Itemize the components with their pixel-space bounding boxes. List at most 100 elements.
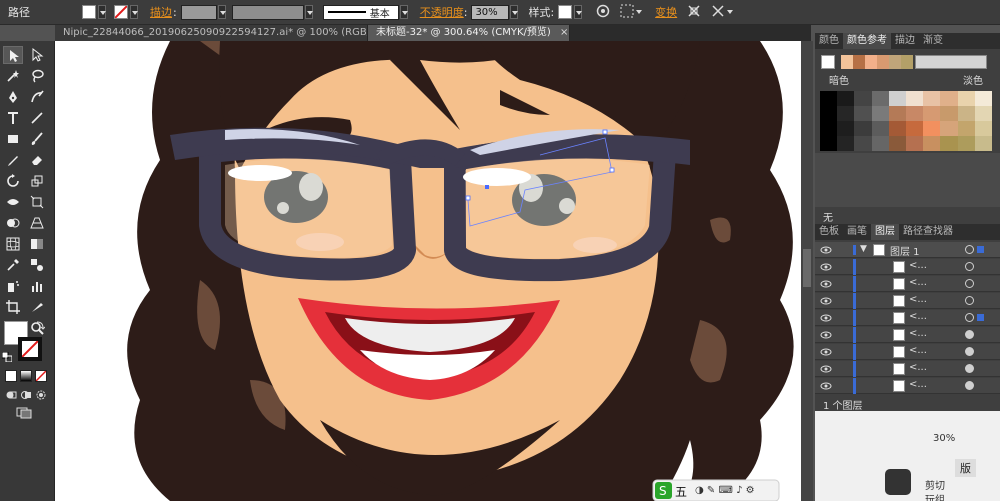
- layer-target-icon[interactable]: [965, 364, 974, 373]
- color-guide-swatch[interactable]: [940, 91, 958, 106]
- sublayer-name[interactable]: <...: [909, 328, 927, 339]
- visibility-eye-icon[interactable]: [820, 296, 832, 306]
- opacity-link[interactable]: 不透明度: [420, 4, 464, 20]
- visibility-eye-icon[interactable]: [820, 381, 832, 391]
- color-guide-swatch[interactable]: [906, 91, 924, 106]
- color-guide-swatch[interactable]: [837, 106, 855, 121]
- free-transform-tool-icon[interactable]: [27, 193, 47, 211]
- rectangle-tool-icon[interactable]: [3, 130, 23, 148]
- layer-target-icon[interactable]: [965, 313, 974, 322]
- base-color-swatch[interactable]: [821, 55, 835, 69]
- align-dropdown[interactable]: [635, 5, 643, 19]
- visibility-eye-icon[interactable]: [820, 347, 832, 357]
- visibility-eye-icon[interactable]: [820, 364, 832, 374]
- color-mode-icon[interactable]: [5, 370, 17, 382]
- arrange-icon[interactable]: [711, 4, 725, 21]
- color-guide-swatch[interactable]: [957, 121, 975, 136]
- color-guide-swatch[interactable]: [820, 91, 838, 106]
- color-guide-swatch[interactable]: [837, 136, 855, 151]
- color-guide-swatch[interactable]: [871, 91, 889, 106]
- draw-inside-icon[interactable]: [35, 389, 47, 401]
- symbol-sprayer-tool-icon[interactable]: [3, 277, 23, 295]
- selection-indicator[interactable]: [977, 314, 984, 321]
- scroll-thumb[interactable]: [803, 249, 811, 287]
- tab-gradient[interactable]: 渐变: [919, 33, 947, 49]
- sublayer-name[interactable]: <...: [909, 311, 927, 322]
- sublayer-row[interactable]: <...: [815, 361, 1000, 377]
- mesh-tool-icon[interactable]: [3, 235, 23, 253]
- group-option[interactable]: 玩组: [925, 491, 945, 501]
- sublayer-row[interactable]: <...: [815, 259, 1000, 275]
- color-guide-swatch[interactable]: [957, 136, 975, 151]
- swap-fill-stroke-icon[interactable]: [35, 320, 46, 330]
- rotate-tool-icon[interactable]: [3, 172, 23, 190]
- harmony-swatch[interactable]: [889, 55, 901, 69]
- perspective-grid-tool-icon[interactable]: [27, 214, 47, 232]
- eyedropper-tool-icon[interactable]: [3, 256, 23, 274]
- layer-target-icon[interactable]: [965, 330, 974, 339]
- color-guide-swatch[interactable]: [957, 91, 975, 106]
- screen-mode-icon[interactable]: [16, 407, 34, 419]
- artboard-tool-icon[interactable]: [3, 298, 23, 316]
- color-guide-grid[interactable]: [820, 91, 992, 151]
- harmony-swatch[interactable]: [853, 55, 865, 69]
- gradient-tool-icon[interactable]: [27, 235, 47, 253]
- variable-width-profile[interactable]: [231, 4, 304, 20]
- bottom-button[interactable]: 版: [955, 459, 976, 477]
- default-colors-icon[interactable]: [1, 351, 13, 363]
- sublayer-name[interactable]: <...: [909, 277, 927, 288]
- visibility-eye-icon[interactable]: [820, 245, 832, 255]
- column-graph-tool-icon[interactable]: [27, 277, 47, 295]
- slice-tool-icon[interactable]: [27, 298, 47, 316]
- layer-target-icon[interactable]: [965, 381, 974, 390]
- arrange-dropdown[interactable]: [726, 5, 734, 19]
- profile-dropdown[interactable]: [304, 5, 313, 19]
- color-guide-swatch[interactable]: [957, 106, 975, 121]
- width-tool-icon[interactable]: [3, 193, 23, 211]
- tab-close-icon[interactable]: ×: [560, 27, 568, 38]
- tab-color-guide[interactable]: 颜色参考: [843, 33, 891, 49]
- color-guide-swatch[interactable]: [871, 106, 889, 121]
- harmony-swatches[interactable]: [841, 55, 913, 69]
- layer-row-top[interactable]: ▼ 图层 1: [815, 242, 1000, 258]
- sublayer-name[interactable]: <...: [909, 345, 927, 356]
- sublayer-row[interactable]: <...: [815, 344, 1000, 360]
- tab-pathfinder[interactable]: 路径查找器: [899, 224, 957, 240]
- color-guide-swatch[interactable]: [923, 106, 941, 121]
- layer-target-icon[interactable]: [965, 296, 974, 305]
- tab-nipic-document[interactable]: Nipic_22844066_20190625090922594127.ai* …: [55, 25, 368, 41]
- color-guide-swatch[interactable]: [820, 136, 838, 151]
- selection-tool-icon[interactable]: [3, 46, 23, 64]
- sublayer-name[interactable]: <...: [909, 294, 927, 305]
- harmony-swatch[interactable]: [841, 55, 853, 69]
- harmony-swatch[interactable]: [877, 55, 889, 69]
- type-tool-icon[interactable]: [3, 109, 23, 127]
- sublayer-row[interactable]: <...: [815, 378, 1000, 394]
- harmony-swatch[interactable]: [901, 55, 913, 69]
- pencil-tool-icon[interactable]: [3, 151, 23, 169]
- color-guide-swatch[interactable]: [940, 106, 958, 121]
- expand-arrow-icon[interactable]: ▼: [860, 244, 867, 254]
- brush-definition-field[interactable]: 基本: [322, 4, 399, 20]
- style-dropdown[interactable]: [574, 5, 583, 19]
- sublayer-name[interactable]: <...: [909, 379, 927, 390]
- opacity-input[interactable]: 30%: [471, 4, 510, 20]
- color-guide-swatch[interactable]: [854, 136, 872, 151]
- stroke-color-swatch[interactable]: [18, 337, 42, 361]
- line-tool-icon[interactable]: [27, 109, 47, 127]
- clip-option[interactable]: 剪切: [925, 477, 945, 492]
- recolor-icon[interactable]: [596, 4, 610, 21]
- gradient-mode-icon[interactable]: [20, 370, 32, 382]
- curvature-tool-icon[interactable]: [27, 88, 47, 106]
- artboard-canvas[interactable]: S 五 ◑ ✎ ⌨ ♪ ⚙: [55, 41, 801, 501]
- sublayer-name[interactable]: <...: [909, 260, 927, 271]
- tab-layers[interactable]: 图层: [871, 224, 899, 240]
- bottom-opacity[interactable]: 30%: [933, 433, 955, 444]
- eraser-tool-icon[interactable]: [27, 151, 47, 169]
- color-guide-swatch[interactable]: [906, 106, 924, 121]
- color-guide-swatch[interactable]: [820, 106, 838, 121]
- fill-swatch[interactable]: [82, 5, 96, 19]
- stroke-weight-input[interactable]: [180, 4, 217, 20]
- visibility-eye-icon[interactable]: [820, 313, 832, 323]
- color-guide-swatch[interactable]: [888, 91, 906, 106]
